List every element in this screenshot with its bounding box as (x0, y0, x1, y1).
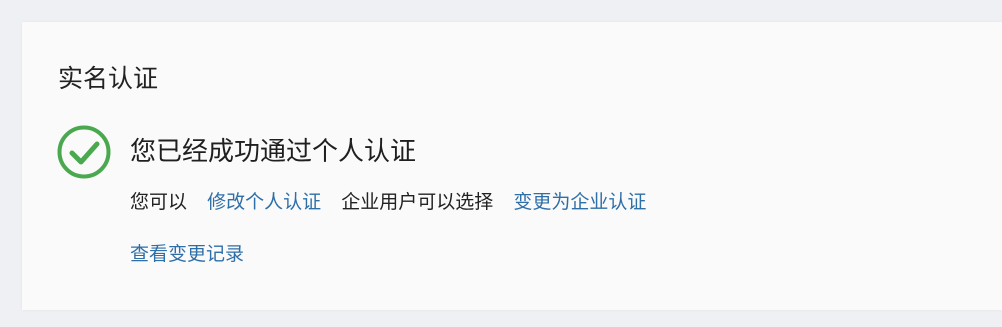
verification-card: 实名认证 您已经成功通过个人认证 您可以 修改个人认证 企业用户可以选择 变更为… (22, 22, 1002, 310)
change-to-enterprise-verification-link[interactable]: 变更为企业认证 (513, 191, 646, 213)
verification-options: 您可以 修改个人认证 企业用户可以选择 变更为企业认证 (130, 188, 646, 216)
options-middle-text: 企业用户可以选择 (341, 191, 494, 213)
options-prefix-text: 您可以 (130, 191, 188, 213)
check-circle-icon (57, 125, 111, 179)
view-change-history-link[interactable]: 查看变更记录 (130, 243, 244, 265)
verification-status-message: 您已经成功通过个人认证 (130, 137, 417, 167)
history-row: 查看变更记录 (130, 240, 244, 268)
modify-personal-verification-link[interactable]: 修改个人认证 (207, 191, 321, 213)
section-title: 实名认证 (58, 64, 159, 93)
